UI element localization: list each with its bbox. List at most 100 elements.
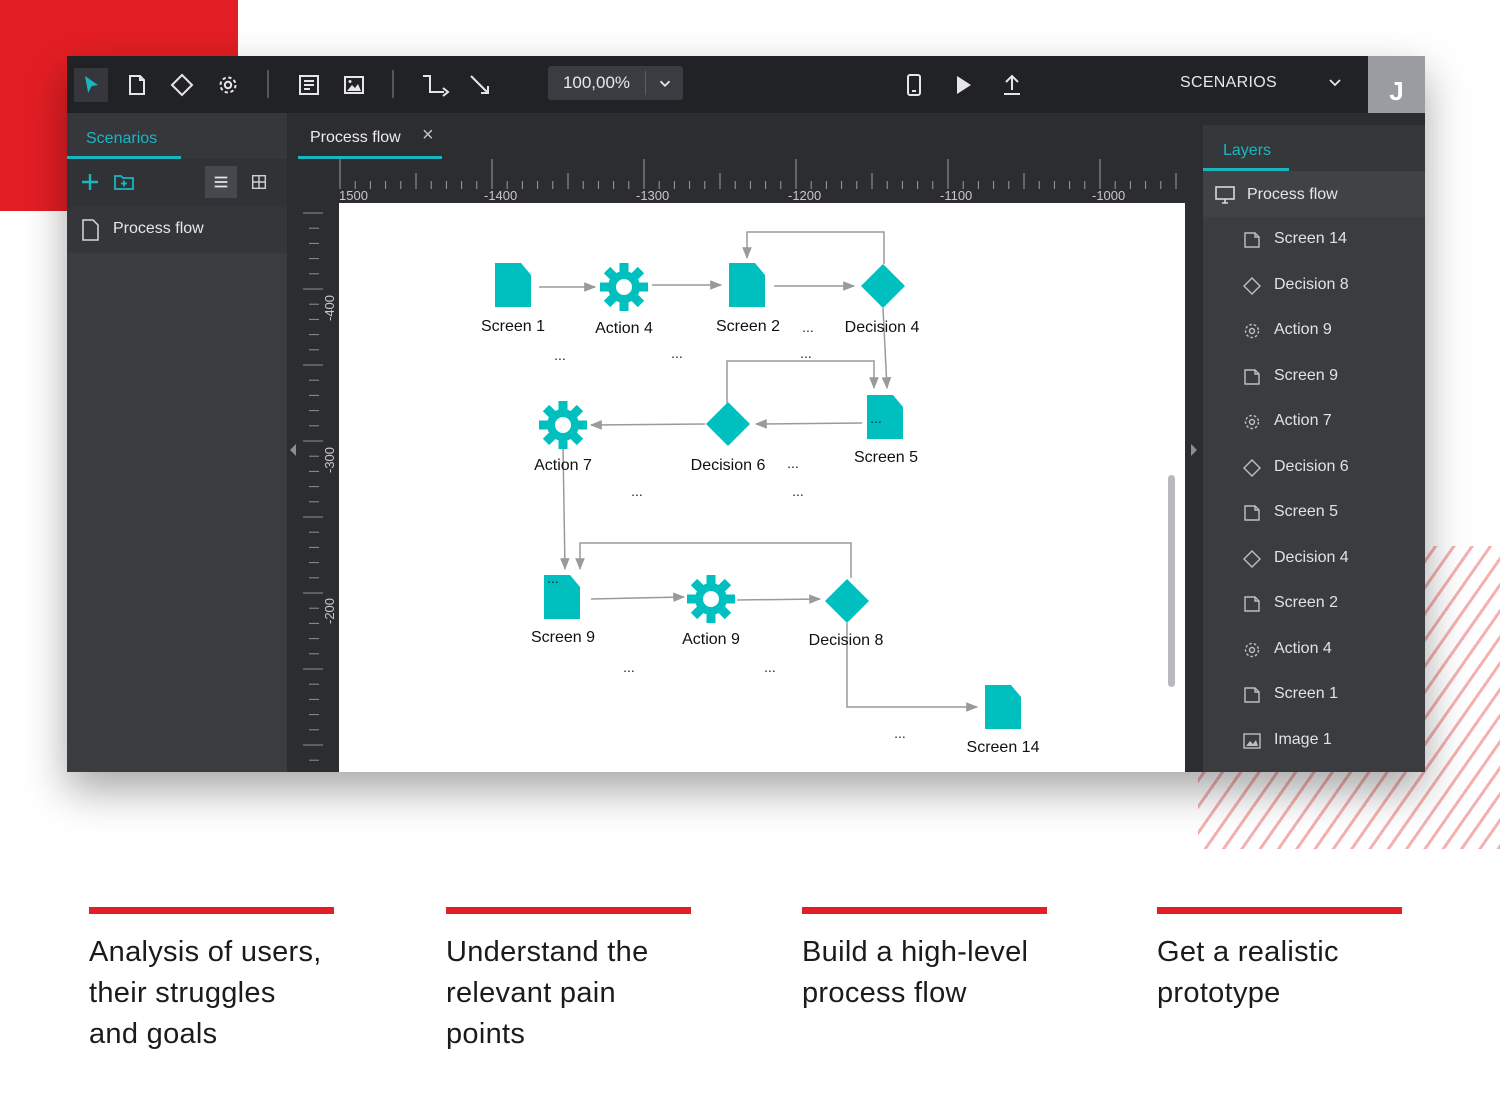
connector[interactable] bbox=[575, 542, 852, 578]
pointer-tool-button[interactable] bbox=[74, 68, 108, 102]
arrow-connector-button[interactable] bbox=[463, 68, 497, 102]
connector[interactable] bbox=[726, 360, 879, 403]
screen-node[interactable]: Screen 1 bbox=[481, 263, 545, 335]
scenario-item[interactable]: Process flow bbox=[67, 207, 287, 253]
layer-item-label: Decision 8 bbox=[1274, 275, 1349, 293]
layers-panel-gap bbox=[1203, 113, 1425, 125]
action-tool-button[interactable] bbox=[211, 68, 245, 102]
tab-layers[interactable]: Layers bbox=[1203, 125, 1425, 171]
action-node[interactable]: Action 7 bbox=[534, 401, 592, 474]
monitor-icon bbox=[1215, 186, 1235, 204]
upload-icon bbox=[1004, 74, 1020, 95]
action-node[interactable]: Action 4 bbox=[595, 263, 653, 337]
layer-item-label: Screen 1 bbox=[1274, 685, 1339, 702]
layer-item[interactable]: Screen 2 bbox=[1203, 581, 1425, 627]
connector[interactable] bbox=[736, 594, 822, 604]
screen-node[interactable]: Screen 9 bbox=[531, 575, 595, 646]
ellipsis: ... bbox=[787, 455, 799, 471]
node-label: Screen 9 bbox=[531, 629, 595, 646]
canvas-scrollbar-thumb[interactable] bbox=[1168, 475, 1175, 687]
node-label: Action 4 bbox=[595, 320, 653, 337]
decision-node[interactable]: Decision 6 bbox=[691, 402, 766, 474]
ellipsis: ... bbox=[547, 570, 559, 586]
connector[interactable] bbox=[589, 420, 706, 430]
feature-text: Get a realistic prototype bbox=[1157, 932, 1402, 1014]
layer-item[interactable]: Screen 9 bbox=[1203, 354, 1425, 400]
layer-item[interactable]: Action 4 bbox=[1203, 627, 1425, 673]
scenarios-dropdown-label[interactable]: SCENARIOS bbox=[1180, 74, 1277, 92]
layer-item[interactable]: Action 7 bbox=[1203, 399, 1425, 445]
connector[interactable] bbox=[754, 419, 863, 429]
decision-node[interactable]: Decision 8 bbox=[809, 579, 884, 649]
gear-icon bbox=[1244, 642, 1260, 657]
screen-node[interactable]: Screen 5 bbox=[854, 395, 918, 466]
horizontal-ruler: 1500 -1400 -1300 -1200 -1100 -1000 bbox=[339, 159, 1177, 203]
layer-item[interactable]: Decision 4 bbox=[1203, 536, 1425, 582]
play-button[interactable] bbox=[946, 68, 980, 102]
ellipsis: ... bbox=[623, 659, 635, 675]
top-toolbar: 100,00% SCENARIOS J bbox=[67, 56, 1425, 113]
connector[interactable] bbox=[590, 592, 686, 603]
node-label: Decision 8 bbox=[809, 632, 884, 649]
action-node[interactable]: Action 9 bbox=[682, 575, 740, 648]
layer-item[interactable]: Decision 6 bbox=[1203, 445, 1425, 491]
decision-tool-button[interactable] bbox=[165, 68, 199, 102]
scenarios-toolbar bbox=[67, 159, 287, 207]
add-folder-button[interactable] bbox=[108, 166, 140, 198]
layer-item-label: Image 1 bbox=[1274, 730, 1332, 748]
layer-item[interactable]: Screen 1 bbox=[1203, 672, 1425, 718]
toolbar-separator bbox=[267, 70, 269, 98]
user-avatar[interactable]: J bbox=[1368, 56, 1425, 113]
plus-icon bbox=[82, 174, 98, 190]
connector[interactable] bbox=[742, 231, 885, 264]
diamond-icon bbox=[170, 73, 194, 97]
decision-node[interactable]: Decision 4 bbox=[845, 264, 920, 336]
diamond-icon bbox=[1243, 276, 1261, 295]
add-scenario-button[interactable] bbox=[74, 166, 106, 198]
screen-node[interactable]: Screen 14 bbox=[967, 685, 1040, 756]
chevron-down-icon[interactable] bbox=[1325, 72, 1345, 92]
elbow-connector-button[interactable] bbox=[415, 68, 455, 102]
tab-scenarios[interactable]: Scenarios bbox=[67, 113, 287, 159]
add-folder-icon bbox=[114, 175, 134, 190]
feature-text: Understand the relevant pain points bbox=[446, 932, 691, 1055]
tab-process-flow[interactable]: Process flow × bbox=[298, 113, 442, 159]
feature-line: Analysis of users, bbox=[89, 936, 322, 968]
layer-item[interactable]: Decision 8 bbox=[1203, 263, 1425, 309]
layer-item-label: Action 9 bbox=[1274, 321, 1332, 338]
screen-tool-button[interactable] bbox=[120, 68, 154, 102]
mobile-preview-button[interactable] bbox=[897, 68, 931, 102]
collapse-left-panel-icon[interactable] bbox=[288, 440, 298, 460]
image-tool-button[interactable] bbox=[337, 68, 371, 102]
layer-root[interactable]: Process flow bbox=[1203, 171, 1425, 217]
feature-line: Build a high-level bbox=[802, 936, 1029, 968]
diagram-canvas[interactable]: Screen 1 Action 4 Screen 2 Decision 4 Sc… bbox=[339, 203, 1185, 772]
export-button[interactable] bbox=[995, 68, 1029, 102]
collapse-right-panel-icon[interactable] bbox=[1189, 440, 1199, 460]
toolbar-separator bbox=[392, 70, 394, 98]
note-tool-button[interactable] bbox=[292, 68, 326, 102]
zoom-dropdown-button[interactable] bbox=[647, 66, 683, 100]
zoom-select[interactable]: 100,00% bbox=[548, 66, 683, 100]
document-tabs: Process flow × bbox=[287, 113, 1203, 159]
layer-item[interactable]: Screen 14 bbox=[1203, 217, 1425, 263]
layer-item[interactable]: Screen 5 bbox=[1203, 490, 1425, 536]
list-view-button[interactable] bbox=[205, 166, 237, 198]
scenarios-panel: Scenarios Process flow bbox=[67, 113, 287, 772]
ellipsis: ... bbox=[870, 410, 882, 426]
ellipsis: ... bbox=[554, 347, 566, 363]
ruler-label: -1200 bbox=[788, 188, 821, 203]
screen-node[interactable]: Screen 2 bbox=[716, 263, 780, 335]
close-tab-icon[interactable]: × bbox=[422, 125, 434, 145]
grid-view-button[interactable] bbox=[243, 166, 275, 198]
layer-item[interactable]: Image 1 bbox=[1203, 718, 1425, 764]
screen-icon bbox=[1244, 232, 1260, 248]
screen-icon bbox=[1244, 596, 1260, 612]
feature-block: Understand the relevant pain points bbox=[446, 907, 691, 1055]
layer-item[interactable]: Action 9 bbox=[1203, 308, 1425, 354]
tab-scenarios-label: Scenarios bbox=[86, 130, 158, 147]
scenario-item-label: Process flow bbox=[113, 220, 204, 237]
ruler-label: -1400 bbox=[484, 188, 517, 203]
ellipsis: ... bbox=[802, 319, 814, 335]
ruler-label: -200 bbox=[322, 598, 337, 624]
